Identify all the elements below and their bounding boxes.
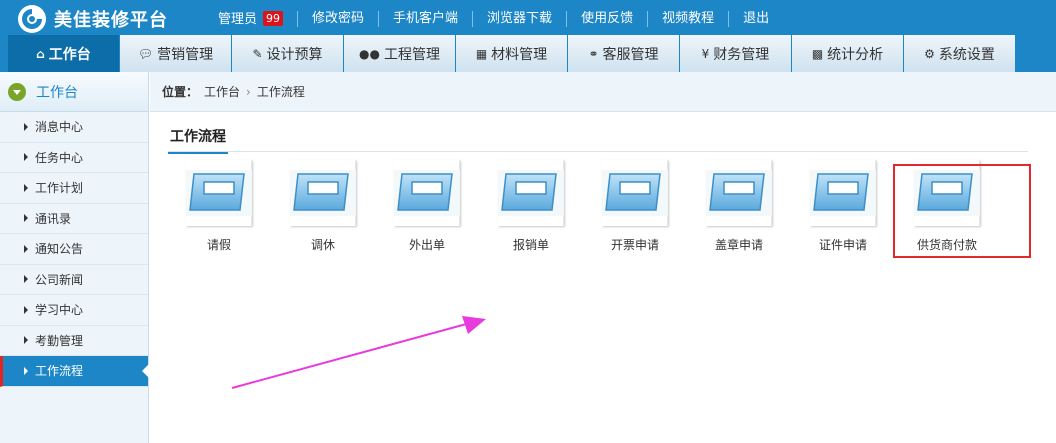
annotation-arrow [231, 316, 486, 389]
